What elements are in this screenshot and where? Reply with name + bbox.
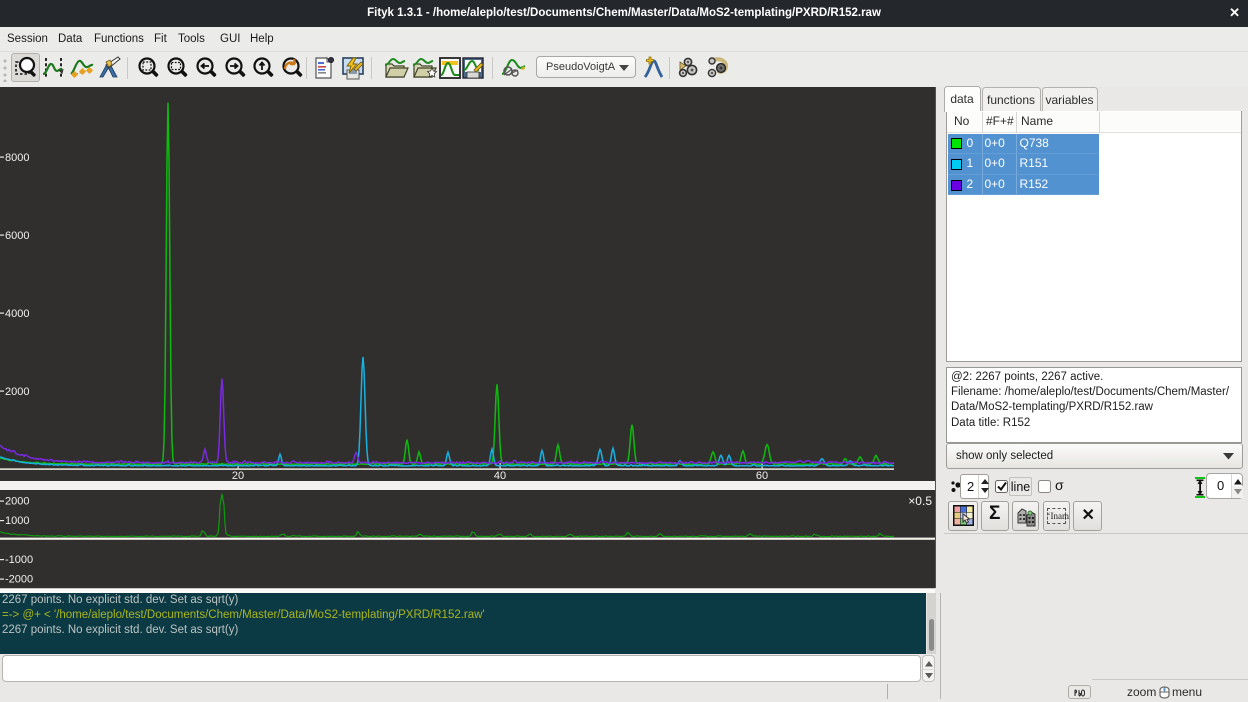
svg-text:-2000: -2000 bbox=[5, 574, 33, 586]
svg-text:4000: 4000 bbox=[5, 308, 29, 320]
svg-text:-1000: -1000 bbox=[5, 554, 33, 566]
svg-text:6000: 6000 bbox=[5, 230, 29, 242]
svg-text:×0.5: ×0.5 bbox=[908, 494, 932, 508]
svg-text:20: 20 bbox=[232, 470, 244, 481]
svg-text:2000: 2000 bbox=[5, 386, 29, 398]
svg-text:8000: 8000 bbox=[5, 152, 29, 164]
svg-text:2000: 2000 bbox=[5, 496, 29, 508]
svg-text:1000: 1000 bbox=[5, 515, 29, 527]
svg-text:40: 40 bbox=[494, 470, 506, 481]
svg-text:60: 60 bbox=[756, 470, 768, 481]
